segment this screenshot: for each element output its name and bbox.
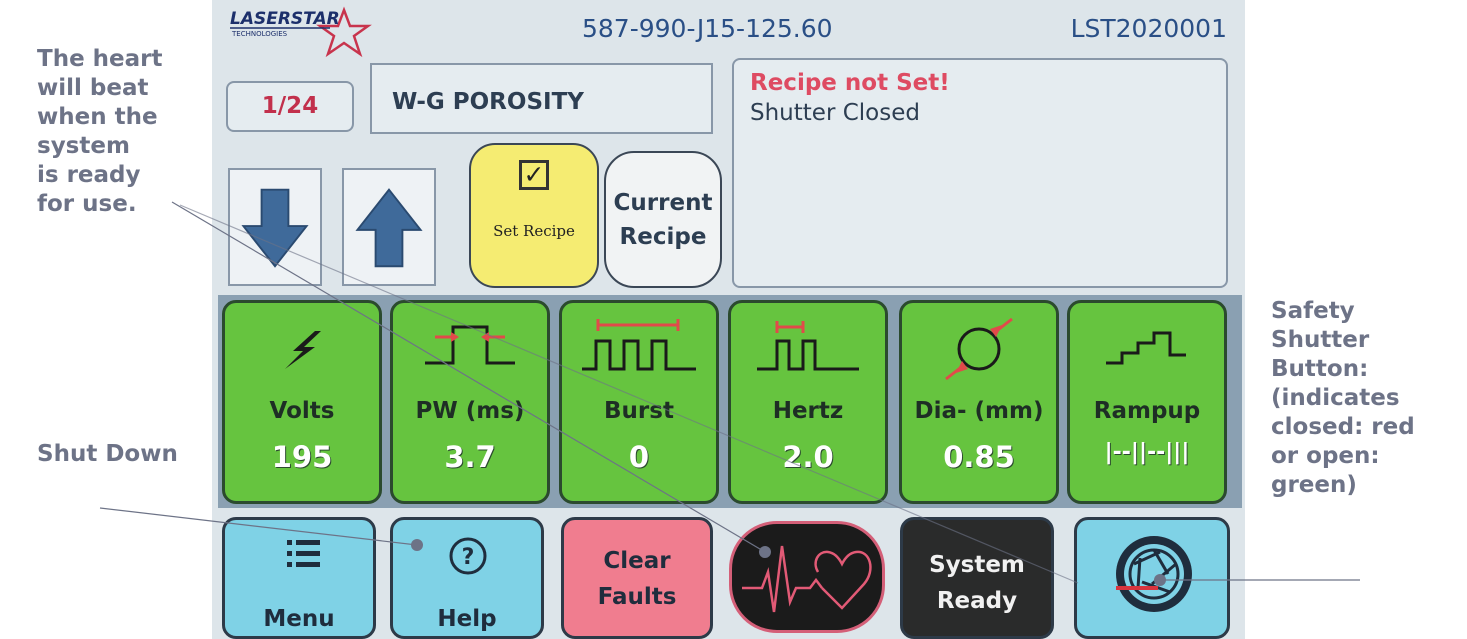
annotation-leaders (99, 201, 1360, 586)
